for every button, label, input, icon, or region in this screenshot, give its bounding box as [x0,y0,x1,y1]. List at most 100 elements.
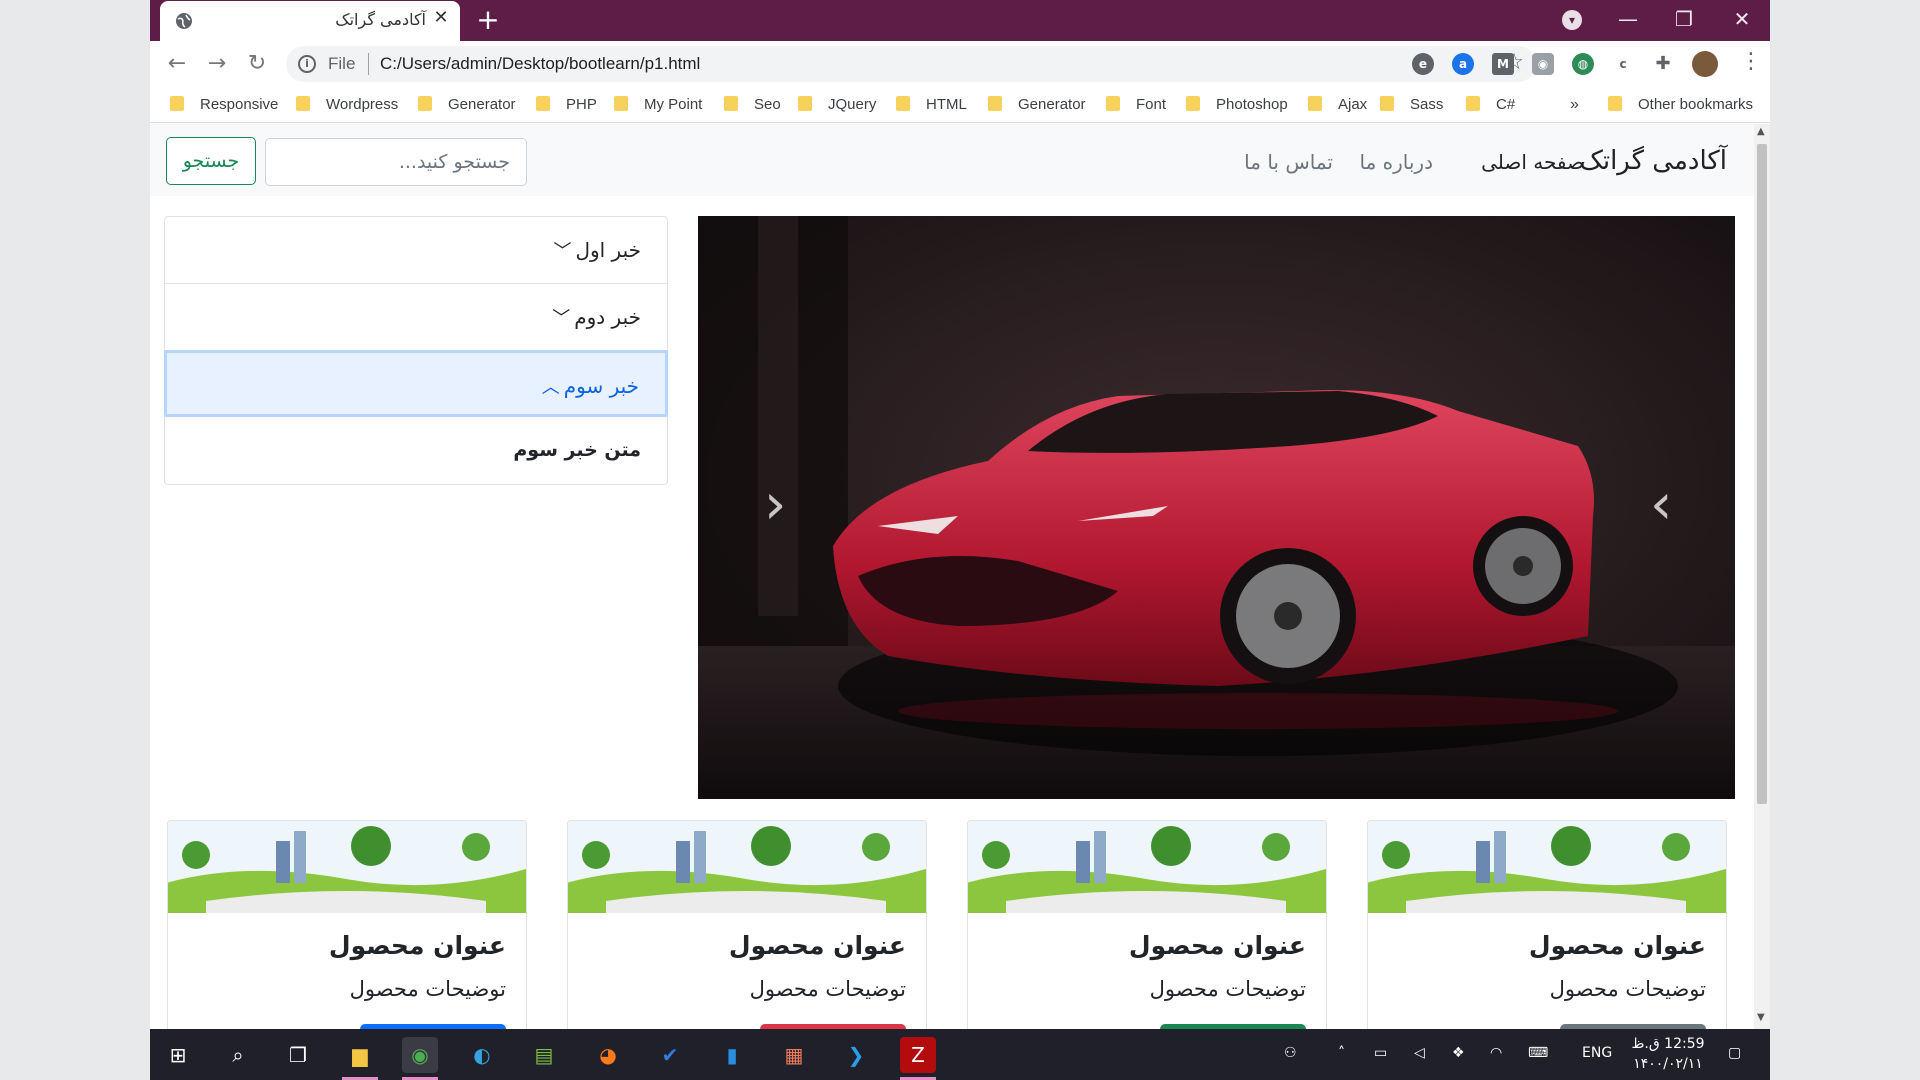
accordion-header-2[interactable]: خبر دوم﹀ [165,284,667,351]
scroll-up-icon[interactable]: ▲ [1757,126,1765,137]
reload-icon[interactable]: ↻ [242,49,272,79]
browser-tab[interactable]: آکادمی گراتک ✕ [160,1,460,41]
task-view-icon[interactable]: ❐ [280,1037,316,1073]
info-icon[interactable]: i [298,55,316,73]
extension-globe-icon[interactable]: ◍ [1572,53,1594,75]
bookmark-item[interactable]: Wordpress [296,94,398,116]
notifications-icon[interactable]: ▢ [1728,1045,1741,1061]
extensions-puzzle-icon[interactable]: ✚ [1652,53,1674,75]
restore-icon[interactable]: ❐ [1656,2,1712,36]
bookmark-label: Wordpress [326,96,399,113]
close-tab-icon[interactable]: ✕ [430,7,452,29]
bookmark-item[interactable]: Font [1106,94,1166,116]
search-button[interactable]: جستجو [166,137,256,185]
bookmark-label: Generator [1018,96,1086,113]
bookmark-item[interactable]: JQuery [798,94,876,116]
bookmark-label: HTML [926,96,967,113]
tab-search-icon[interactable]: ▾ [1562,10,1582,30]
windows-start-icon[interactable]: ⊞ [160,1037,196,1073]
close-window-icon[interactable]: ✕ [1714,2,1770,36]
extension-e-icon[interactable]: e [1412,53,1434,75]
language-indicator[interactable]: ENG [1582,1045,1612,1061]
bookmark-item[interactable]: My Point [614,94,702,116]
card-image [568,821,926,913]
wifi-icon[interactable]: ◠ [1490,1045,1502,1061]
address-divider [368,53,369,75]
bookmark-item[interactable]: Generator [418,94,516,116]
folder-icon [1186,96,1200,111]
chevron-down-icon: ﹀ [553,241,572,262]
dropbox-icon[interactable]: ❖ [1452,1045,1465,1061]
scroll-down-icon[interactable]: ▼ [1757,1012,1765,1023]
menu-kebab-icon[interactable]: ⋮ [1740,49,1762,74]
vscode-icon[interactable]: ❯ [838,1037,874,1073]
bookmark-label: Sass [1410,96,1444,113]
paint-icon[interactable]: ▦ [776,1037,812,1073]
address-bar[interactable]: i File C:/Users/admin/Desktop/bootlearn/… [286,46,1536,82]
card-description: توضیحات محصول [349,977,506,1001]
search-icon[interactable]: ⌕ [220,1037,256,1073]
folder-icon [798,96,812,111]
back-icon[interactable]: ← [162,49,192,79]
bookmark-item[interactable]: Generator [988,94,1086,116]
chevron-up-icon: ︿ [541,377,560,398]
nav-home[interactable]: صفحه اصلی [1481,150,1584,174]
site-brand[interactable]: آکادمی گراتک [1580,146,1727,176]
extension-c-icon[interactable]: c [1612,53,1634,75]
search-input[interactable]: جستجو کنید... [265,138,527,186]
address-url[interactable]: C:/Users/admin/Desktop/bootlearn/p1.html [380,54,700,74]
product-card: عنوان محصول توضیحات محصول [1367,820,1727,1029]
other-bookmarks[interactable]: Other bookmarks [1608,94,1753,116]
carousel-next-icon[interactable]: › [1650,472,1672,537]
tray-expand-icon[interactable]: ˄ [1338,1045,1345,1061]
camera-icon[interactable]: ◉ [1532,53,1554,75]
profile-avatar[interactable] [1692,51,1718,77]
file-explorer-icon[interactable]: ▆ [342,1037,378,1073]
carousel-prev-icon[interactable]: ‹ [764,472,786,537]
bookmark-item[interactable]: Sass [1380,94,1443,116]
people-icon[interactable]: ⚇ [1284,1045,1297,1061]
bookmark-item[interactable]: Responsive [170,94,278,116]
new-tab-button[interactable]: + [472,4,504,36]
notepad-plus-icon[interactable]: ▤ [526,1037,562,1073]
bookmarks-overflow-icon[interactable]: » [1570,94,1579,116]
image-carousel: ‹ › [698,216,1735,799]
bookmark-label: JQuery [828,96,877,113]
bookmark-item[interactable]: C# [1466,94,1515,116]
folder-icon [1308,96,1322,111]
firefox-icon[interactable]: ◕ [590,1037,626,1073]
product-card: عنوان محصول توضیحات محصول [167,820,527,1029]
tab-title: آکادمی گراتک [335,10,426,29]
extension-m-icon[interactable]: M [1492,53,1514,75]
battery-icon[interactable]: ▭ [1374,1045,1387,1061]
bookmark-item[interactable]: PHP [536,94,597,116]
bookmark-item[interactable]: HTML [896,94,967,116]
forward-icon[interactable]: → [202,49,232,79]
scrollbar-thumb[interactable] [1757,144,1767,804]
nav-about[interactable]: درباره ما [1359,150,1433,174]
bookmark-label: PHP [566,96,597,113]
word-file-icon[interactable]: ▮ [714,1037,750,1073]
bookmark-label: Other bookmarks [1638,96,1754,113]
bookmark-item[interactable]: Photoshop [1186,94,1288,116]
bookmark-label: C# [1496,96,1516,113]
accordion-header-1[interactable]: خبر اول﹀ [165,217,667,284]
minimize-icon[interactable]: — [1600,2,1656,36]
filezilla-icon[interactable]: Z [900,1037,936,1073]
bookmark-label: Responsive [200,96,279,113]
page-scrollbar[interactable]: ▲ ▼ [1754,124,1770,1029]
nav-contact[interactable]: تماس با ما [1244,150,1333,174]
bookmark-item[interactable]: Ajax [1308,94,1367,116]
card-image [968,821,1326,913]
accordion-header-3[interactable]: خبر سوم︿ [164,350,668,417]
volume-icon[interactable]: ◁ [1414,1045,1425,1061]
edge-icon[interactable]: ◐ [464,1037,500,1073]
chrome-icon[interactable]: ◉ [402,1037,438,1073]
bookmark-item[interactable]: Seo [724,94,781,116]
bookmark-label: Ajax [1338,96,1368,113]
extension-a-icon[interactable]: a [1452,53,1474,75]
todo-icon[interactable]: ✔ [652,1037,688,1073]
keyboard-icon[interactable]: ⌨ [1528,1045,1548,1061]
system-clock[interactable]: 12:59 ق.ظ ۱۴۰۰/۰۲/۱۱ [1630,1034,1706,1074]
news-accordion: خبر اول﹀ خبر دوم﹀ خبر سوم︿ متن خبر سوم [164,216,668,485]
